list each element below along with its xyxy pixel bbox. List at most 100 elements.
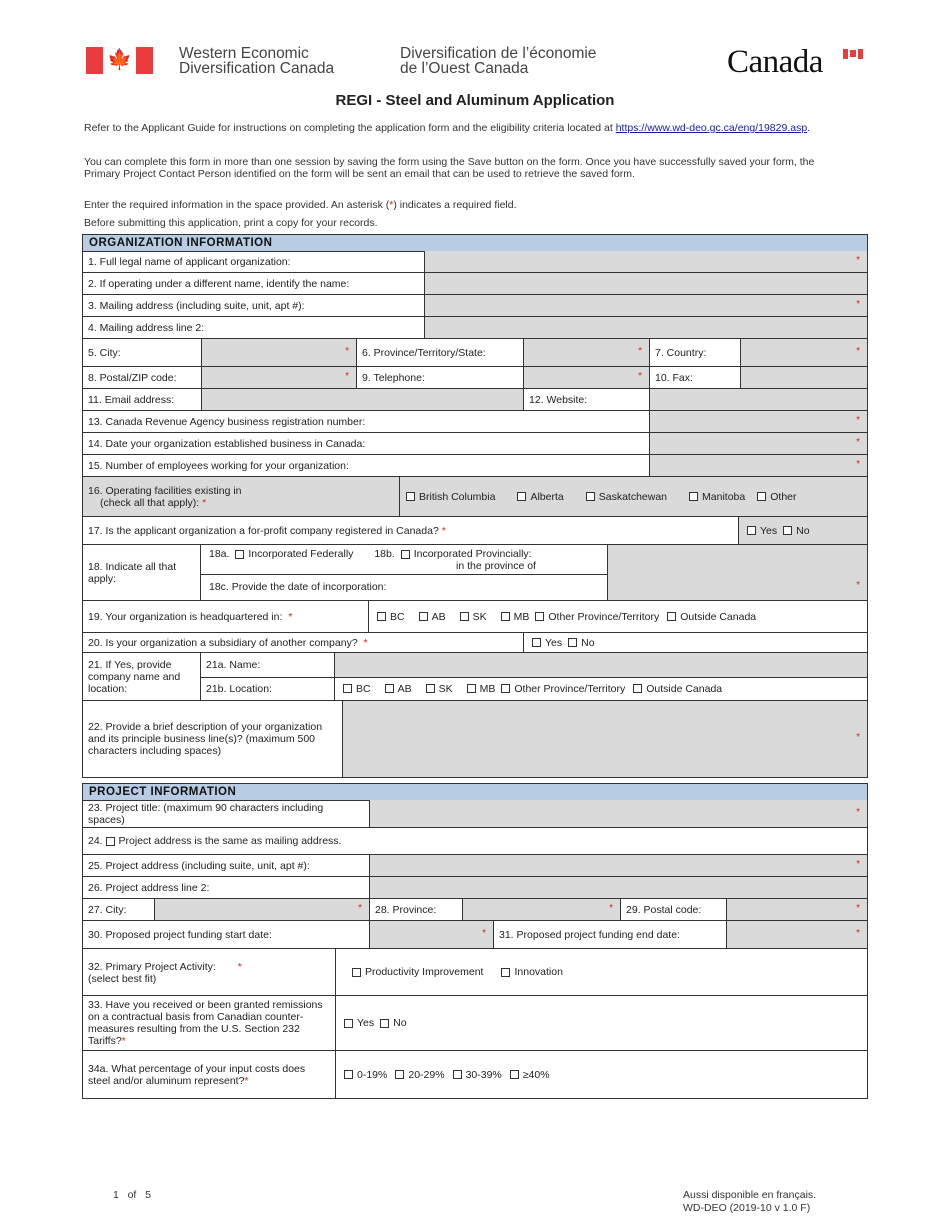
option-alberta[interactable]: Alberta — [517, 491, 564, 503]
country-input[interactable]: * — [741, 339, 867, 366]
option-bc[interactable]: BC — [343, 683, 371, 695]
checkbox[interactable] — [500, 612, 510, 621]
option-other[interactable]: Other — [757, 491, 797, 503]
option-yes[interactable]: Yes — [747, 525, 777, 537]
project-postal-code-input[interactable]: * — [727, 899, 867, 920]
same-address-checkbox[interactable] — [105, 836, 115, 846]
checkbox[interactable] — [517, 492, 527, 501]
employees-input[interactable]: * — [650, 455, 867, 476]
checkbox[interactable] — [568, 638, 578, 647]
option-label: Yes — [760, 524, 778, 537]
incorporation-date-input[interactable]: * — [608, 574, 867, 600]
project-title-input[interactable]: * — [370, 800, 867, 827]
option-innovation[interactable]: Innovation — [501, 966, 563, 978]
legal-name-input[interactable]: * — [425, 251, 867, 272]
option-mb[interactable]: MB — [466, 683, 495, 695]
row-q17: 17. Is the applicant organization a for-… — [83, 517, 867, 545]
q18a-num: 18a. — [209, 548, 230, 560]
option-20-29[interactable]: 20-29% — [395, 1068, 445, 1081]
telephone-input[interactable]: * — [524, 367, 650, 388]
parent-company-name-input[interactable] — [335, 653, 867, 677]
project-address-2-input[interactable] — [370, 877, 867, 898]
checkbox[interactable] — [532, 638, 541, 647]
option-sk[interactable]: SK — [459, 611, 487, 623]
checkbox[interactable] — [501, 684, 511, 693]
cra-number-input[interactable]: * — [650, 411, 867, 432]
required-mark: * — [856, 345, 860, 357]
option-mb[interactable]: MB — [500, 611, 529, 623]
option-no[interactable]: No — [568, 637, 595, 649]
required-mark: * — [856, 731, 860, 743]
option-40-plus[interactable]: ≥40% — [509, 1069, 550, 1081]
checkbox[interactable] — [395, 1070, 405, 1079]
label-q28: 28. Province: — [370, 899, 463, 920]
project-province-input[interactable]: * — [463, 899, 621, 920]
mailing-address-2-input[interactable] — [425, 317, 867, 338]
option-manitoba[interactable]: Manitoba — [689, 491, 745, 503]
established-date-input[interactable]: * — [650, 433, 867, 454]
checkbox[interactable] — [343, 684, 352, 693]
option-yes[interactable]: Yes — [532, 637, 562, 649]
incorporated-federally-checkbox[interactable] — [235, 549, 245, 559]
project-address-input[interactable]: * — [370, 855, 867, 876]
row-q23: 23. Project title: (maximum 90 character… — [83, 800, 867, 828]
option-outside-canada[interactable]: Outside Canada — [633, 683, 722, 695]
checkbox[interactable] — [344, 1018, 353, 1028]
option-sk[interactable]: SK — [425, 683, 453, 695]
checkbox[interactable] — [633, 684, 643, 693]
checkbox[interactable] — [406, 492, 415, 501]
option-outside-canada[interactable]: Outside Canada — [667, 611, 756, 623]
project-city-input[interactable]: * — [155, 899, 370, 920]
option-no[interactable]: No — [783, 525, 810, 537]
checkbox[interactable] — [585, 492, 595, 501]
organization-description-input[interactable]: * — [343, 701, 867, 777]
city-input[interactable]: * — [202, 339, 357, 366]
guide-link[interactable]: https://www.wd-deo.gc.ca/eng/19829.asp — [616, 122, 807, 134]
option-saskatchewan[interactable]: Saskatchewan — [585, 491, 667, 503]
postal-code-input[interactable]: * — [202, 367, 357, 388]
province-of-incorporation-input[interactable] — [608, 545, 867, 574]
checkbox[interactable] — [783, 526, 793, 535]
province-input[interactable]: * — [524, 339, 650, 366]
option-other-province[interactable]: Other Province/Territory — [535, 611, 659, 623]
checkbox[interactable] — [667, 612, 677, 621]
mailing-address-input[interactable]: * — [425, 295, 867, 316]
checkbox[interactable] — [425, 684, 435, 693]
checkbox[interactable] — [501, 967, 511, 977]
option-30-39[interactable]: 30-39% — [452, 1069, 502, 1081]
checkbox[interactable] — [352, 967, 361, 977]
q33-options: Yes No — [336, 996, 867, 1050]
incorporated-provincially-checkbox[interactable] — [400, 549, 410, 559]
checkbox[interactable] — [344, 1070, 353, 1079]
option-no[interactable]: No — [380, 1017, 407, 1029]
checkbox[interactable] — [509, 1070, 519, 1079]
checkbox[interactable] — [459, 612, 469, 621]
intro-guide: Refer to the Applicant Guide for instruc… — [84, 122, 844, 134]
checkbox[interactable] — [747, 526, 756, 535]
funding-start-date-input[interactable]: * — [370, 921, 494, 948]
option-ab[interactable]: AB — [418, 611, 446, 623]
operating-name-input[interactable] — [425, 273, 867, 294]
row-q32: 32. Primary Project Activity: * (select b… — [83, 949, 867, 996]
option-0-19[interactable]: 0-19% — [344, 1069, 387, 1081]
option-productivity-improvement[interactable]: Productivity Improvement — [352, 966, 483, 978]
checkbox[interactable] — [418, 612, 428, 621]
checkbox[interactable] — [757, 492, 767, 501]
option-label: 20-29% — [408, 1068, 445, 1081]
email-input[interactable] — [202, 389, 524, 410]
checkbox[interactable] — [380, 1018, 390, 1028]
checkbox[interactable] — [466, 684, 476, 693]
checkbox[interactable] — [535, 612, 545, 621]
option-yes[interactable]: Yes — [344, 1017, 374, 1029]
option-other-province[interactable]: Other Province/Territory — [501, 683, 625, 695]
option-british-columbia[interactable]: British Columbia — [406, 491, 495, 503]
checkbox[interactable] — [689, 492, 699, 501]
checkbox[interactable] — [452, 1070, 462, 1079]
funding-end-date-input[interactable]: * — [727, 921, 867, 948]
checkbox[interactable] — [384, 684, 394, 693]
option-ab[interactable]: AB — [384, 683, 412, 695]
website-input[interactable] — [650, 389, 867, 410]
checkbox[interactable] — [377, 612, 386, 621]
fax-input[interactable] — [741, 367, 867, 388]
option-bc[interactable]: BC — [377, 611, 405, 623]
